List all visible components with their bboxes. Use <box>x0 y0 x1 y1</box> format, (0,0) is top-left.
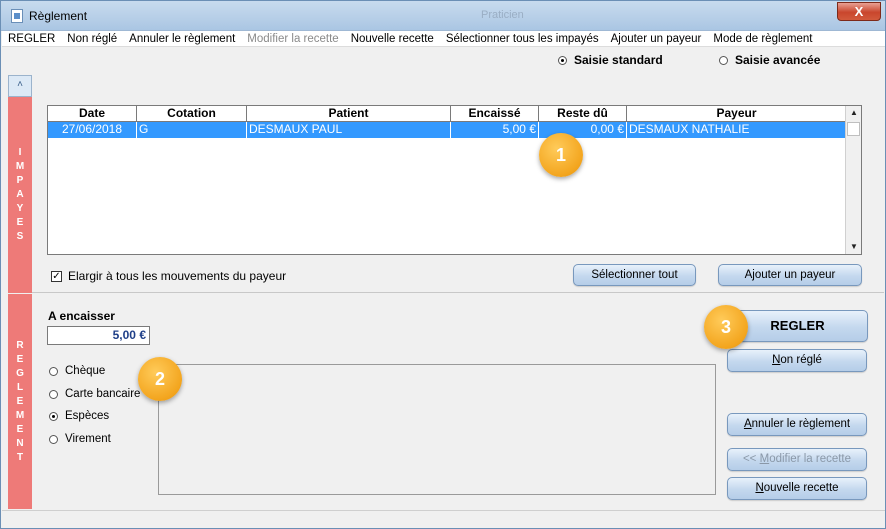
sidebar-letter: T <box>16 451 24 463</box>
menu-annuler-reglement[interactable]: Annuler le règlement <box>123 33 241 45</box>
elargir-checkbox[interactable]: ✓ Elargir à tous les mouvements du payeu… <box>51 269 286 283</box>
modifier-recette-button: << Modifier la recette <box>727 448 867 471</box>
regler-button[interactable]: REGLER <box>727 310 868 342</box>
radio-saisie-avancee[interactable]: Saisie avancée <box>719 53 820 67</box>
menu-selectionner-impayes[interactable]: Sélectionner tous les impayés <box>440 33 605 45</box>
sidebar-letter: S <box>16 231 24 242</box>
radio-cheque-label: Chèque <box>65 365 106 377</box>
sidebar-letter: N <box>16 437 24 449</box>
grid-scrollbar[interactable]: ▲ ▼ <box>845 106 861 254</box>
sidebar-letter: E <box>16 353 24 365</box>
radio-saisie-standard-label: Saisie standard <box>574 53 663 67</box>
annuler-button-hotkey: A <box>743 418 752 430</box>
scroll-thumb[interactable] <box>847 122 860 136</box>
elargir-checkbox-label: Elargir à tous les mouvements du payeur <box>68 269 287 283</box>
payment-details-box <box>158 364 716 495</box>
callout-badge-2: 2 <box>138 357 182 401</box>
sidebar-letter: E <box>16 217 24 228</box>
radio-carte-bancaire-label: Carte bancaire <box>65 388 141 400</box>
sidebar-letter: M <box>15 409 25 421</box>
chevron-up-icon: ˄ <box>17 79 23 90</box>
impayes-sidebar: I M P A Y E S <box>8 97 32 293</box>
cell-patient: DESMAUX PAUL <box>247 122 451 138</box>
impayes-grid[interactable]: Date Cotation Patient Encaissé Reste dû … <box>47 105 862 255</box>
sidebar-letter: A <box>16 189 24 200</box>
radio-unchecked-icon <box>49 389 58 399</box>
column-header-date[interactable]: Date <box>48 106 137 122</box>
radio-unchecked-icon <box>49 434 58 444</box>
sidebar-letter: P <box>16 175 24 186</box>
add-payer-button[interactable]: Ajouter un payeur <box>718 264 862 286</box>
annuler-button-label: nnuler le règlement <box>751 418 851 430</box>
sidebar-letter: E <box>16 423 24 435</box>
annuler-reglement-button[interactable]: Annuler le règlement <box>727 413 867 436</box>
non-regle-button-label: on réglé <box>780 354 822 366</box>
sidebar-letter: L <box>16 381 24 393</box>
sidebar-letter: G <box>16 367 24 379</box>
status-strip <box>2 510 885 528</box>
menu-regler[interactable]: REGLER <box>2 33 61 45</box>
column-header-payeur[interactable]: Payeur <box>627 106 847 122</box>
modifier-button-prefix: << <box>742 453 760 465</box>
column-header-reste-du[interactable]: Reste dû <box>539 106 627 122</box>
menu-non-regle[interactable]: Non réglé <box>61 33 123 45</box>
radio-unchecked-icon <box>719 55 728 65</box>
radio-saisie-standard[interactable]: Saisie standard <box>558 53 663 67</box>
radio-carte-bancaire[interactable]: Carte bancaire <box>49 388 140 400</box>
reglement-window: Règlement Praticien X REGLER Non réglé A… <box>0 0 886 529</box>
collapse-button[interactable]: ˄ <box>8 75 32 97</box>
table-row[interactable]: 27/06/2018 G DESMAUX PAUL 5,00 € 0,00 € … <box>48 122 847 138</box>
modifier-button-hotkey: M <box>759 453 770 465</box>
radio-checked-icon <box>49 411 58 421</box>
sidebar-letter: R <box>16 339 24 351</box>
menu-mode-reglement[interactable]: Mode de règlement <box>707 33 818 45</box>
callout-badge-3: 3 <box>704 305 748 349</box>
select-all-button[interactable]: Sélectionner tout <box>573 264 696 286</box>
close-icon: X <box>854 4 864 19</box>
amount-label: A encaisser <box>48 309 115 323</box>
nouvelle-recette-button[interactable]: Nouvelle recette <box>727 477 867 500</box>
radio-cheque[interactable]: Chèque <box>49 365 105 377</box>
callout-badge-1: 1 <box>539 133 583 177</box>
sidebar-letter: Y <box>16 203 24 214</box>
radio-saisie-avancee-label: Saisie avancée <box>735 53 821 67</box>
cell-cotation: G <box>137 122 247 138</box>
modifier-button-label: odifier la recette <box>769 453 852 465</box>
background-window-title: Praticien <box>481 9 524 21</box>
radio-virement[interactable]: Virement <box>49 433 111 445</box>
radio-virement-label: Virement <box>65 433 111 445</box>
title-bar: Règlement Praticien X <box>1 1 885 31</box>
close-button[interactable]: X <box>837 2 881 21</box>
column-header-patient[interactable]: Patient <box>247 106 451 122</box>
sidebar-letter: I <box>18 147 22 158</box>
scroll-up-icon[interactable]: ▲ <box>850 108 858 117</box>
nouvelle-button-hotkey: N <box>755 482 764 494</box>
amount-field[interactable]: 5,00 € <box>47 326 150 345</box>
menu-modifier-recette: Modifier la recette <box>247 32 339 45</box>
radio-especes[interactable]: Espèces <box>49 410 109 422</box>
radio-checked-icon <box>558 55 567 65</box>
app-icon <box>11 9 23 23</box>
checkbox-checked-icon: ✓ <box>51 270 62 282</box>
sidebar-letter: M <box>15 161 25 172</box>
non-regle-button[interactable]: Non réglé <box>727 349 867 372</box>
nouvelle-button-label: ouvelle recette <box>763 482 839 494</box>
radio-especes-label: Espèces <box>65 410 110 422</box>
radio-unchecked-icon <box>49 366 58 376</box>
menu-bar: REGLER Non réglé Annuler le règlement Mo… <box>2 31 885 47</box>
window-title: Règlement <box>29 9 88 23</box>
cell-date: 27/06/2018 <box>48 122 137 138</box>
cell-payeur: DESMAUX NATHALIE <box>627 122 847 138</box>
sidebar-letter: E <box>16 395 24 407</box>
column-header-cotation[interactable]: Cotation <box>137 106 247 122</box>
column-header-encaisse[interactable]: Encaissé <box>451 106 539 122</box>
menu-nouvelle-recette[interactable]: Nouvelle recette <box>345 33 440 45</box>
scroll-down-icon[interactable]: ▼ <box>850 242 858 251</box>
grid-header: Date Cotation Patient Encaissé Reste dû … <box>48 106 847 122</box>
menu-ajouter-payeur[interactable]: Ajouter un payeur <box>605 33 708 45</box>
cell-encaisse: 5,00 € <box>451 122 539 138</box>
reglement-sidebar: R E G L E M E N T <box>8 294 32 509</box>
